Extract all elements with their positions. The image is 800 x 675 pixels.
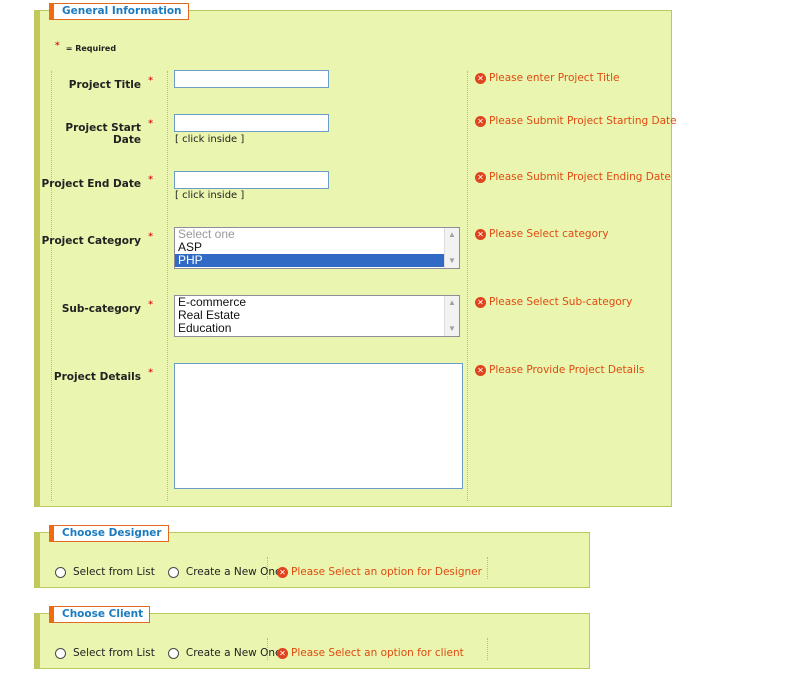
required-star: *	[148, 232, 153, 242]
project-end-date-input[interactable]	[174, 171, 329, 189]
category-option[interactable]: Select one	[175, 228, 459, 241]
designer-create-new-radio[interactable]	[167, 566, 179, 578]
column-divider	[487, 557, 489, 579]
choose-designer-legend: Choose Designer	[49, 525, 169, 542]
column-divider	[487, 638, 489, 660]
column-divider	[467, 71, 469, 501]
client-create-new-radio[interactable]	[167, 647, 179, 659]
end-date-hint: [ click inside ]	[175, 190, 245, 201]
choose-client-section: Choose Client Select from List Create a …	[34, 606, 590, 669]
designer-select-from-list-radio[interactable]	[55, 566, 66, 578]
project-end-date-error: ✕ Please Submit Project Ending Date	[475, 171, 671, 183]
scroll-down-icon[interactable]: ▼	[445, 254, 459, 268]
designer-select-from-list-label[interactable]: Select from List	[73, 566, 155, 578]
project-details-textarea[interactable]	[174, 363, 463, 489]
section-left-bar	[35, 614, 40, 668]
client-select-from-list-radio[interactable]	[55, 647, 66, 659]
client-error: ✕ Please Select an option for client	[277, 647, 464, 659]
client-select-from-list-label[interactable]: Select from List	[73, 647, 155, 659]
error-x-icon: ✕	[277, 566, 288, 578]
client-create-new-label[interactable]: Create a New One	[186, 647, 282, 659]
error-x-icon: ✕	[277, 647, 288, 659]
project-start-date-input[interactable]	[174, 114, 329, 132]
section-left-bar	[35, 533, 40, 587]
sub-category-label: Sub-category *	[61, 300, 153, 315]
designer-options: Select from List Create a New One	[55, 566, 294, 578]
required-star: *	[148, 175, 153, 185]
scroll-up-icon[interactable]: ▲	[445, 228, 459, 242]
required-star: *	[55, 41, 60, 51]
scroll-down-icon[interactable]: ▼	[445, 322, 459, 336]
project-start-date-label: Project Start Date *	[65, 119, 153, 146]
error-x-icon: ✕	[475, 228, 486, 240]
project-end-date-label: Project End Date *	[41, 175, 153, 190]
required-star: *	[148, 119, 153, 129]
error-x-icon: ✕	[475, 171, 486, 183]
scroll-up-icon[interactable]: ▲	[445, 296, 459, 310]
project-title-label: Project Title *	[68, 76, 153, 91]
project-category-error: ✕ Please Select category	[475, 228, 609, 240]
category-scrollbar[interactable]: ▲ ▼	[444, 228, 459, 268]
designer-error: ✕ Please Select an option for Designer	[277, 566, 482, 578]
project-title-error: ✕ Please enter Project Title	[475, 72, 620, 84]
project-details-label: Project Details *	[53, 368, 153, 383]
start-date-hint: [ click inside ]	[175, 134, 245, 145]
general-information-section: General Information * = Required Project …	[34, 3, 677, 507]
client-options: Select from List Create a New One	[55, 647, 294, 659]
category-option-selected[interactable]: PHP	[175, 254, 459, 267]
sub-category-option[interactable]: Education	[175, 322, 459, 335]
project-start-date-error: ✕ Please Submit Project Starting Date	[475, 115, 677, 127]
sub-category-listbox[interactable]: E-commerce Real Estate Education ▲ ▼	[174, 295, 460, 337]
choose-designer-section: Choose Designer Select from List Create …	[34, 525, 590, 588]
project-category-label: Project Category *	[41, 232, 153, 247]
required-star: *	[148, 368, 153, 378]
project-details-error: ✕ Please Provide Project Details	[475, 364, 644, 376]
required-note: * = Required	[55, 41, 117, 54]
designer-create-new-label[interactable]: Create a New One	[186, 566, 282, 578]
error-x-icon: ✕	[475, 115, 486, 127]
required-note-text: = Required	[65, 44, 117, 53]
category-option[interactable]: ASP	[175, 241, 459, 254]
project-category-listbox[interactable]: Select one ASP PHP ▲ ▼	[174, 227, 460, 269]
error-x-icon: ✕	[475, 364, 486, 376]
required-star: *	[148, 76, 153, 86]
sub-category-scrollbar[interactable]: ▲ ▼	[444, 296, 459, 336]
required-star: *	[148, 300, 153, 310]
error-x-icon: ✕	[475, 72, 486, 84]
choose-client-legend: Choose Client	[49, 606, 151, 623]
column-divider	[167, 71, 169, 501]
project-title-input[interactable]	[174, 70, 329, 88]
general-information-legend: General Information	[49, 3, 189, 20]
error-x-icon: ✕	[475, 296, 486, 308]
sub-category-error: ✕ Please Select Sub-category	[475, 296, 632, 308]
